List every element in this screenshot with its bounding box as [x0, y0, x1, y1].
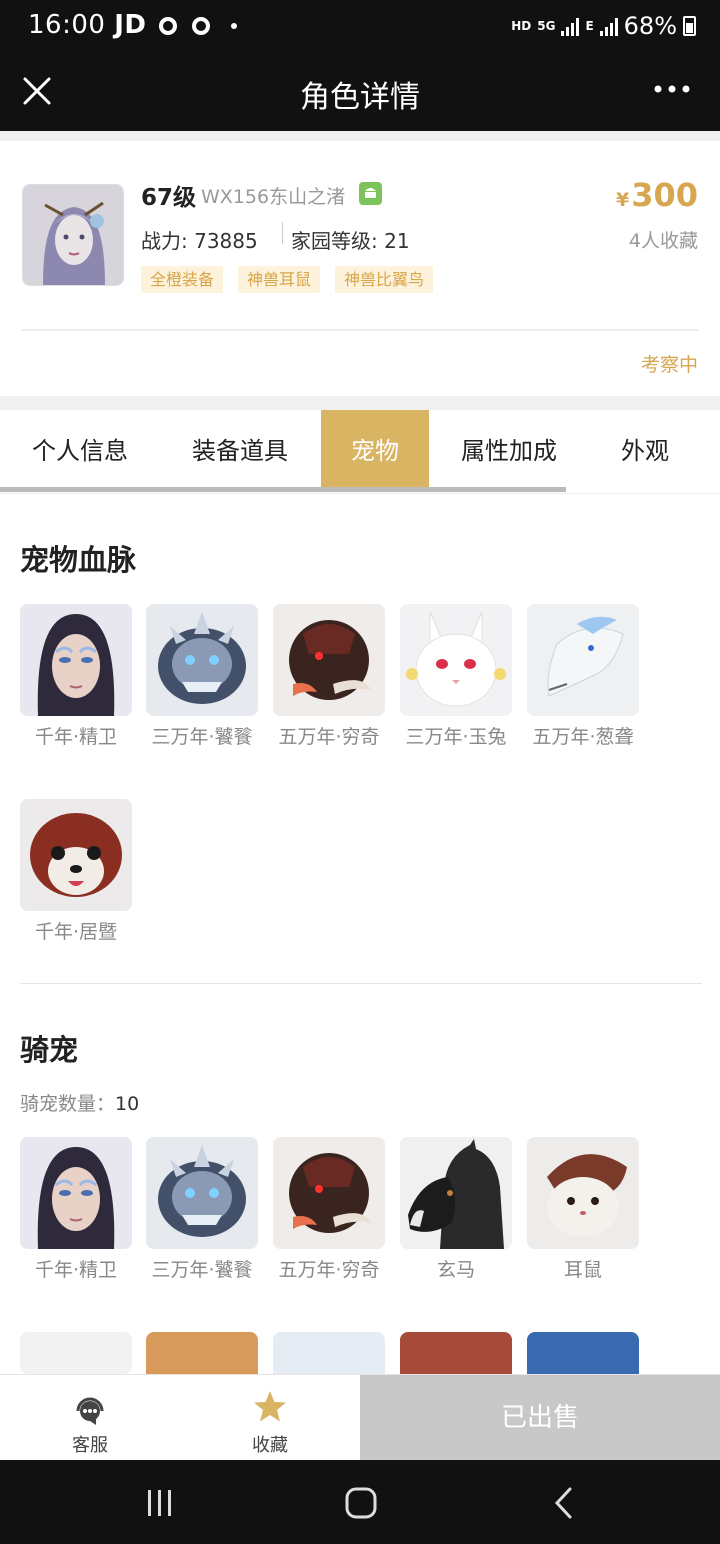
headset-icon: [76, 1397, 104, 1425]
more-icon[interactable]: [654, 84, 690, 94]
status-bar: 16:00 JD HD 5G E 68%: [0, 0, 720, 56]
tab-bar: 个人信息 装备道具 宠物 属性加成 外观: [0, 410, 720, 494]
pet-item[interactable]: 五万年·葱聋: [527, 604, 639, 753]
notification-icon: [159, 16, 178, 35]
mount-ershu-image: [527, 1137, 639, 1249]
pet-name: 三万年·饕餮: [151, 726, 253, 748]
mount-item[interactable]: 耳鼠: [527, 1137, 639, 1286]
customer-service-button[interactable]: 客服: [0, 1375, 180, 1461]
back-icon[interactable]: [552, 1486, 576, 1520]
tab-scrollbar: [0, 487, 566, 492]
mount-xuanma-image: [400, 1137, 512, 1249]
pet-item[interactable]: 五万年·穷奇: [273, 604, 385, 753]
mount-name: 五万年·穷奇: [278, 1259, 380, 1281]
mount-thumbnail-partial[interactable]: [146, 1332, 258, 1374]
signal-icon: [599, 16, 618, 36]
divider: [282, 222, 283, 244]
mount-name: 耳鼠: [563, 1259, 602, 1281]
tab-equipment[interactable]: 装备道具: [160, 410, 320, 492]
role-home-level: 家园等级: 21: [291, 229, 410, 253]
pet-qiongqi-image: [273, 604, 385, 716]
signal-icon: [561, 16, 580, 36]
tab-personal-info[interactable]: 个人信息: [0, 410, 160, 492]
pet-name: 千年·居暨: [34, 921, 118, 943]
mount-thumbnail-partial[interactable]: [273, 1332, 385, 1374]
status-indicators: HD 5G E 68%: [511, 12, 696, 40]
mount-name: 三万年·饕餮: [151, 1259, 253, 1281]
favorite-label: 收藏: [252, 1435, 288, 1456]
pet-item[interactable]: 三万年·饕餮: [146, 604, 258, 753]
nav-bar: 角色详情: [0, 56, 720, 131]
battery-percent: 68%: [623, 12, 677, 40]
dot-icon: [230, 22, 237, 29]
mount-taotie-image: [146, 1137, 258, 1249]
mount-item[interactable]: 千年·精卫: [20, 1137, 132, 1286]
page-title: 角色详情: [300, 80, 420, 115]
role-avatar: [22, 184, 124, 286]
bottom-action-bar: 客服 收藏 已出售: [0, 1374, 720, 1461]
sold-button[interactable]: 已出售: [360, 1375, 720, 1461]
mount-qiongqi-image: [273, 1137, 385, 1249]
pet-conglong-image: [527, 604, 639, 716]
mount-count: 骑宠数量：10: [20, 1093, 140, 1115]
mount-thumbnail-partial[interactable]: [527, 1332, 639, 1374]
role-tag: 神兽比翼鸟: [335, 266, 434, 293]
pet-taotie-image: [146, 604, 258, 716]
pet-name: 五万年·穷奇: [278, 726, 380, 748]
mount-item[interactable]: 玄马: [400, 1137, 512, 1286]
section-title-mounts: 骑宠: [20, 1033, 79, 1067]
pet-name: 五万年·葱聋: [532, 726, 634, 748]
pet-name: 三万年·玉兔: [405, 726, 507, 748]
android-icon: [359, 182, 382, 205]
mount-item[interactable]: 五万年·穷奇: [273, 1137, 385, 1286]
role-tag: 神兽耳鼠: [238, 266, 321, 293]
pet-item[interactable]: 三万年·玉兔: [400, 604, 512, 753]
system-nav-bar: [0, 1460, 720, 1544]
listing-status: 考察中: [640, 354, 698, 376]
role-tag: 全橙装备: [141, 266, 224, 293]
customer-service-label: 客服: [72, 1435, 108, 1456]
notification-icon: [192, 16, 210, 35]
role-power: 战力: 73885: [141, 229, 258, 253]
divider: [22, 329, 698, 331]
pet-jingwei-image: [20, 604, 132, 716]
role-server: WX156东山之渚: [201, 186, 346, 208]
pet-item[interactable]: 千年·居暨: [20, 799, 132, 948]
mount-item[interactable]: 三万年·饕餮: [146, 1137, 258, 1286]
section-divider: [20, 983, 702, 984]
home-icon[interactable]: [344, 1486, 378, 1520]
pet-item[interactable]: 千年·精卫: [20, 604, 132, 753]
separator: [0, 131, 720, 141]
tab-pets[interactable]: 宠物: [321, 410, 429, 492]
separator: [0, 396, 720, 410]
battery-icon: [683, 16, 696, 36]
favorite-count: 4人收藏: [628, 230, 698, 252]
section-title-pet-bloodline: 宠物血脉: [20, 543, 137, 577]
mount-thumbnail-partial[interactable]: [400, 1332, 512, 1374]
tab-appearance[interactable]: 外观: [590, 410, 700, 492]
mount-jingwei-image: [20, 1137, 132, 1249]
mount-thumbnail-partial[interactable]: [20, 1332, 132, 1374]
recent-apps-icon[interactable]: [146, 1488, 174, 1518]
price: ¥300: [615, 176, 698, 214]
mount-name: 玄马: [436, 1259, 475, 1281]
mount-name: 千年·精卫: [34, 1259, 118, 1281]
star-icon: [254, 1391, 286, 1422]
tab-attributes[interactable]: 属性加成: [436, 410, 582, 492]
pet-yutu-image: [400, 604, 512, 716]
pet-juji-image: [20, 799, 132, 911]
status-time: 16:00 JD: [28, 10, 237, 40]
pet-name: 千年·精卫: [34, 726, 118, 748]
favorite-button[interactable]: 收藏: [180, 1375, 360, 1461]
role-level: 67级: [141, 185, 197, 211]
